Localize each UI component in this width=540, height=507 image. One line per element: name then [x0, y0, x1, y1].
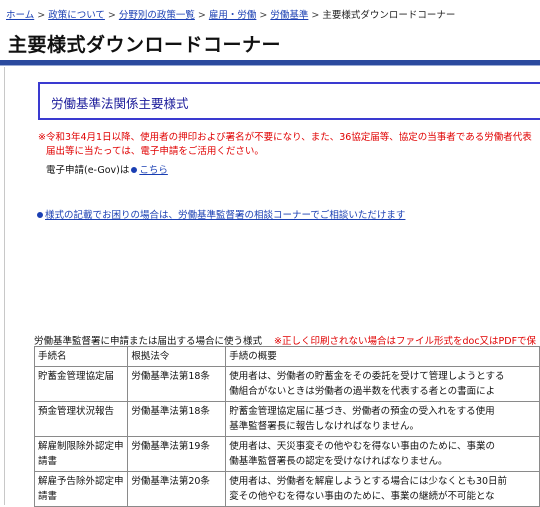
legal-basis: 労働基準法第20条: [127, 471, 227, 507]
consult-link[interactable]: 様式の記載でお困りの場合は、労働基準監督署の相談コーナーでご相談いただけます: [45, 210, 405, 221]
procedure-summary: 使用者は、労働者を解雇しようとする場合には少なくとも30日前 変その他やむを得ない…: [225, 471, 540, 507]
breadcrumb-home-link[interactable]: ホーム: [6, 10, 34, 21]
breadcrumb-current: 主要様式ダウンロードコーナー: [322, 10, 456, 21]
table-row: 解雇予告除外認定申請書 労働基準法第20条 使用者は、労働者を解雇しようとする場…: [33, 471, 540, 507]
bullet-icon: [37, 211, 43, 218]
breadcrumb-labor-standards-link[interactable]: 労働基準: [270, 10, 308, 21]
summary-line: 働組合がないときは労働者の過半数を代表する者との書面によ: [229, 386, 496, 397]
breadcrumb-separator: >: [197, 10, 206, 21]
section-heading-box: 労働基準法関係主要様式: [38, 82, 540, 120]
title-divider: [0, 60, 540, 66]
page-title: 主要様式ダウンロードコーナー: [8, 34, 282, 56]
table-row: 解雇制限除外認定申請書 労働基準法第19条 使用者は、天災事変その他やむを得ない…: [33, 436, 540, 472]
notice-text: ※令和3年4月1日以降、使用者の押印および署名が不要になり、また、36協定届等、…: [38, 131, 540, 159]
summary-line: 使用者は、労働者の貯蓄金をその委託を受けて管理しようとする: [229, 371, 505, 382]
procedure-summary: 貯蓄金管理協定届に基づき、労働者の預金の受入れをする使用 基準監督署長に報告しなけ…: [225, 401, 540, 437]
table-header-row: 手続名 根拠法令 手続の概要: [33, 346, 540, 367]
table-caption: 労働基準監督署に申請または届出する場合に使う様式 ※正しく印刷されない場合はファイ…: [34, 333, 536, 347]
section-title: 労働基準法関係主要様式: [51, 96, 189, 111]
procedure-name: 預金管理状況報告: [33, 401, 129, 437]
breadcrumb-policy-link[interactable]: 政策について: [48, 10, 105, 21]
column-header-law: 根拠法令: [127, 346, 227, 367]
notice-line-2: 届出等に当たっては、電子申請をご活用ください。: [46, 146, 264, 157]
summary-line: 使用者は、天災事変その他やむを得ない事由のために、事業の: [229, 441, 495, 452]
breadcrumb-policy-list-link[interactable]: 分野別の政策一覧: [119, 10, 195, 21]
breadcrumb: ホーム > 政策について > 分野別の政策一覧 > 雇用・労働 > 労働基準 > 主要様式ダウンロー…: [6, 7, 540, 21]
breadcrumb-separator: >: [311, 10, 320, 21]
breadcrumb-separator: >: [37, 10, 46, 21]
procedure-summary: 使用者は、天災事変その他やむを得ない事由のために、事業の 働基準監督署長の認定を受…: [225, 436, 540, 472]
egov-line: 電子申請(e-Gov)は こちら: [46, 162, 168, 176]
breadcrumb-separator: >: [259, 10, 268, 21]
procedure-name: 貯蓄金管理協定届: [33, 366, 129, 402]
procedure-name: 解雇予告除外認定申請書: [33, 471, 129, 507]
legal-basis: 労働基準法第19条: [127, 436, 227, 472]
breadcrumb-separator: >: [107, 10, 116, 21]
consult-line: 様式の記載でお困りの場合は、労働基準監督署の相談コーナーでご相談いただけます: [35, 207, 405, 221]
summary-line: 貯蓄金管理協定届に基づき、労働者の預金の受入れをする使用: [229, 406, 495, 417]
bullet-icon: [131, 166, 138, 173]
procedure-name: 解雇制限除外認定申請書: [33, 436, 129, 472]
legal-basis: 労働基準法第18条: [127, 401, 227, 437]
table-row: 貯蓄金管理協定届 労働基準法第18条 使用者は、労働者の貯蓄金をその委託を受けて…: [33, 366, 540, 402]
summary-line: 働基準監督署長の認定を受けなければなりません。: [229, 456, 448, 467]
table-row: 預金管理状況報告 労働基準法第18条 貯蓄金管理協定届に基づき、労働者の預金の受…: [33, 401, 540, 437]
procedure-summary: 使用者は、労働者の貯蓄金をその委託を受けて管理しようとする 働組合がないときは労働…: [225, 366, 540, 402]
summary-line: 変その他やむを得ない事由のために、事業の継続が不可能とな: [229, 491, 495, 502]
column-header-summary: 手続の概要: [225, 346, 540, 367]
egov-link[interactable]: こちら: [139, 165, 168, 176]
forms-table: 手続名 根拠法令 手続の概要 貯蓄金管理協定届 労働基準法第18条 使用者は、労…: [33, 346, 540, 507]
egov-label: 電子申請(e-Gov)は: [46, 165, 130, 176]
legal-basis: 労働基準法第18条: [127, 366, 227, 402]
notice-line-1: ※令和3年4月1日以降、使用者の押印および署名が不要になり、また、36協定届等、…: [38, 132, 532, 143]
breadcrumb-employment-link[interactable]: 雇用・労働: [209, 10, 257, 21]
summary-line: 基準監督署長に報告しなければなりません。: [229, 421, 419, 432]
column-header-name: 手続名: [33, 346, 129, 367]
summary-line: 使用者は、労働者を解雇しようとする場合には少なくとも30日前: [229, 476, 508, 487]
